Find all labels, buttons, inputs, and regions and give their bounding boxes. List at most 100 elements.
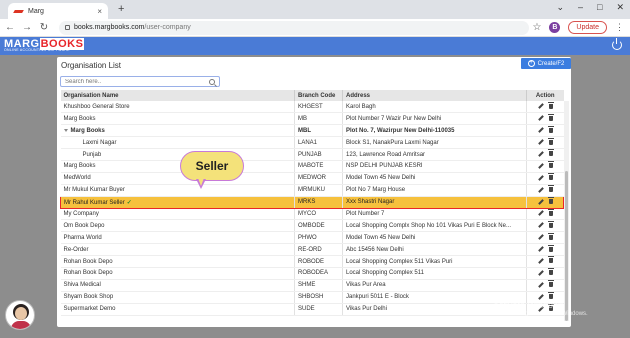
- table-row[interactable]: Mr Mukul Kumar Buyer MRMUKU Plot No 7 Ma…: [60, 184, 564, 197]
- profile-avatar[interactable]: B: [549, 22, 561, 33]
- action-cell: [526, 208, 564, 221]
- edit-icon[interactable]: [537, 258, 544, 264]
- table-row[interactable]: Marg Books MABOTE NSP DELHI PUNJAB KESRI: [60, 160, 564, 173]
- edit-icon[interactable]: [537, 139, 544, 145]
- panel-title: Organisation List: [61, 61, 122, 70]
- org-name: Punjab: [60, 148, 295, 161]
- delete-icon[interactable]: [547, 173, 554, 181]
- table-row-child[interactable]: Punjab PUNJAB 123, Lawrence Road Amritsa…: [60, 148, 564, 161]
- table-row[interactable]: Pharma World PHWO Model Town 45 New Delh…: [60, 231, 564, 245]
- edit-icon[interactable]: [537, 281, 544, 288]
- delete-icon[interactable]: [547, 244, 554, 252]
- restore-button[interactable]: □: [597, 2, 602, 13]
- col-branch-code[interactable]: Branch Code: [294, 90, 343, 101]
- edit-icon[interactable]: [537, 127, 544, 134]
- table-row[interactable]: Khushboo General Store KHGEST Karol Bagh: [60, 101, 564, 114]
- browser-menu-icon[interactable]: ⋮: [615, 22, 624, 33]
- back-arrow-icon[interactable]: ←: [3, 22, 17, 33]
- action-cell: [526, 136, 564, 150]
- edit-icon[interactable]: [537, 186, 544, 193]
- org-name-text: Mr Rahul Kumar Seller: [64, 199, 125, 206]
- edit-icon[interactable]: [537, 222, 544, 229]
- create-button[interactable]: + Create/F2: [521, 58, 571, 69]
- col-organisation-name[interactable]: Organisation Name: [60, 90, 295, 101]
- table-row-selected[interactable]: Mr Rahul Kumar Seller ✓ MRKS Xxx Shastri …: [60, 195, 564, 209]
- table-row[interactable]: Shyam Book Shop SHBOSH Jankpuri 5011 E -…: [60, 291, 564, 304]
- edit-icon[interactable]: [537, 163, 544, 169]
- table-scrollbar[interactable]: [564, 101, 569, 321]
- delete-icon[interactable]: [547, 185, 554, 193]
- delete-icon[interactable]: [547, 101, 554, 109]
- margbooks-logo[interactable]: MARGBOOKS ONLINE ACCOUNTING SOFTWARE: [4, 38, 85, 54]
- tab-search-icon[interactable]: ⌄: [556, 2, 564, 13]
- delete-icon[interactable]: [547, 125, 554, 133]
- new-tab-button[interactable]: +: [118, 3, 124, 15]
- action-cell: [526, 243, 564, 257]
- power-icon[interactable]: [612, 38, 622, 50]
- branch-code: PHWO: [294, 231, 343, 245]
- table-row[interactable]: Marg Books MB Plot Number 7 Wazir Pur Ne…: [60, 112, 564, 126]
- table-row[interactable]: Supermarket Demo SUDE Vikas Pur Delhi: [60, 303, 564, 316]
- logo-tagline: ONLINE ACCOUNTING SOFTWARE: [4, 48, 70, 52]
- edit-icon[interactable]: [537, 198, 544, 205]
- table-row[interactable]: Shiva Medical SHME Vikas Pur Area: [60, 279, 564, 292]
- action-cell: [526, 195, 564, 209]
- edit-icon[interactable]: [537, 293, 544, 300]
- address: NSP DELHI PUNJAB KESRI: [342, 160, 527, 173]
- org-name: My Company: [60, 208, 295, 221]
- delete-icon[interactable]: [547, 268, 554, 276]
- delete-icon[interactable]: [547, 208, 554, 216]
- delete-icon[interactable]: [547, 137, 554, 145]
- table-row-group-parent[interactable]: Marg Books MBL Plot No. 7, Wazirpur New …: [60, 124, 564, 138]
- edit-icon[interactable]: [537, 174, 544, 181]
- delete-icon[interactable]: [547, 256, 554, 264]
- scrollbar-thumb[interactable]: [565, 171, 568, 321]
- reload-icon[interactable]: ↻: [37, 22, 51, 33]
- table-row-child[interactable]: Laxmi Nagar LANA1 Block S1, NanakPura La…: [60, 136, 564, 150]
- edit-icon[interactable]: [537, 210, 544, 217]
- collapse-caret-icon[interactable]: [63, 128, 68, 132]
- minimize-button[interactable]: –: [578, 2, 583, 13]
- edit-icon[interactable]: [537, 151, 544, 157]
- address: Local Shopping Complx Shop No 101 Vikas …: [342, 219, 527, 233]
- delete-icon[interactable]: [547, 113, 554, 121]
- table-row[interactable]: Om Book Depo OMBODE Local Shopping Compl…: [60, 219, 564, 233]
- branch-code: MRKS: [294, 195, 343, 209]
- close-window-button[interactable]: ✕: [616, 2, 624, 13]
- callout-tail: [196, 178, 206, 189]
- org-name: Laxmi Nagar: [60, 136, 295, 150]
- delete-icon[interactable]: [547, 292, 554, 300]
- bookmark-star-icon[interactable]: ☆: [532, 22, 541, 33]
- delete-icon[interactable]: [547, 280, 554, 288]
- table-row[interactable]: MedWorld MEDWOR Model Town 45 New Delhi: [60, 172, 564, 185]
- edit-icon[interactable]: [537, 270, 544, 276]
- delete-icon[interactable]: [547, 232, 554, 240]
- tab-close-icon[interactable]: ×: [97, 7, 102, 16]
- url-field[interactable]: books.margbooks.com/user-company: [59, 20, 529, 35]
- address: Abc 15456 New Delhi: [342, 243, 527, 257]
- table-row[interactable]: Re-Order RE-ORD Abc 15456 New Delhi: [60, 243, 564, 257]
- table-row[interactable]: Rohan Book Depo ROBODE Local Shopping Co…: [60, 255, 564, 268]
- delete-icon[interactable]: [547, 197, 554, 205]
- update-button[interactable]: Update: [568, 21, 607, 34]
- table-row[interactable]: My Company MYCO Plot Number 7: [60, 208, 564, 221]
- marg-favicon-icon: [14, 8, 23, 15]
- org-name: Pharma World: [60, 231, 295, 245]
- edit-icon[interactable]: [537, 103, 544, 109]
- edit-icon[interactable]: [537, 115, 544, 122]
- edit-icon[interactable]: [537, 246, 544, 252]
- browser-tab[interactable]: Marg ×: [8, 3, 108, 19]
- delete-icon[interactable]: [547, 161, 554, 169]
- search-icon[interactable]: [209, 78, 215, 85]
- org-name-selected: Mr Rahul Kumar Seller ✓: [60, 195, 295, 209]
- edit-icon[interactable]: [537, 234, 544, 241]
- table-row[interactable]: Rohan Book Depo ROBODEA Local Shopping C…: [60, 267, 564, 280]
- delete-icon[interactable]: [547, 149, 554, 157]
- delete-icon[interactable]: [547, 220, 554, 228]
- search-box[interactable]: [60, 76, 220, 87]
- search-input[interactable]: [65, 78, 209, 85]
- presenter-body: [11, 321, 31, 329]
- col-address[interactable]: Address: [342, 90, 527, 101]
- forward-arrow-icon[interactable]: →: [20, 22, 34, 33]
- plus-icon: +: [527, 60, 535, 67]
